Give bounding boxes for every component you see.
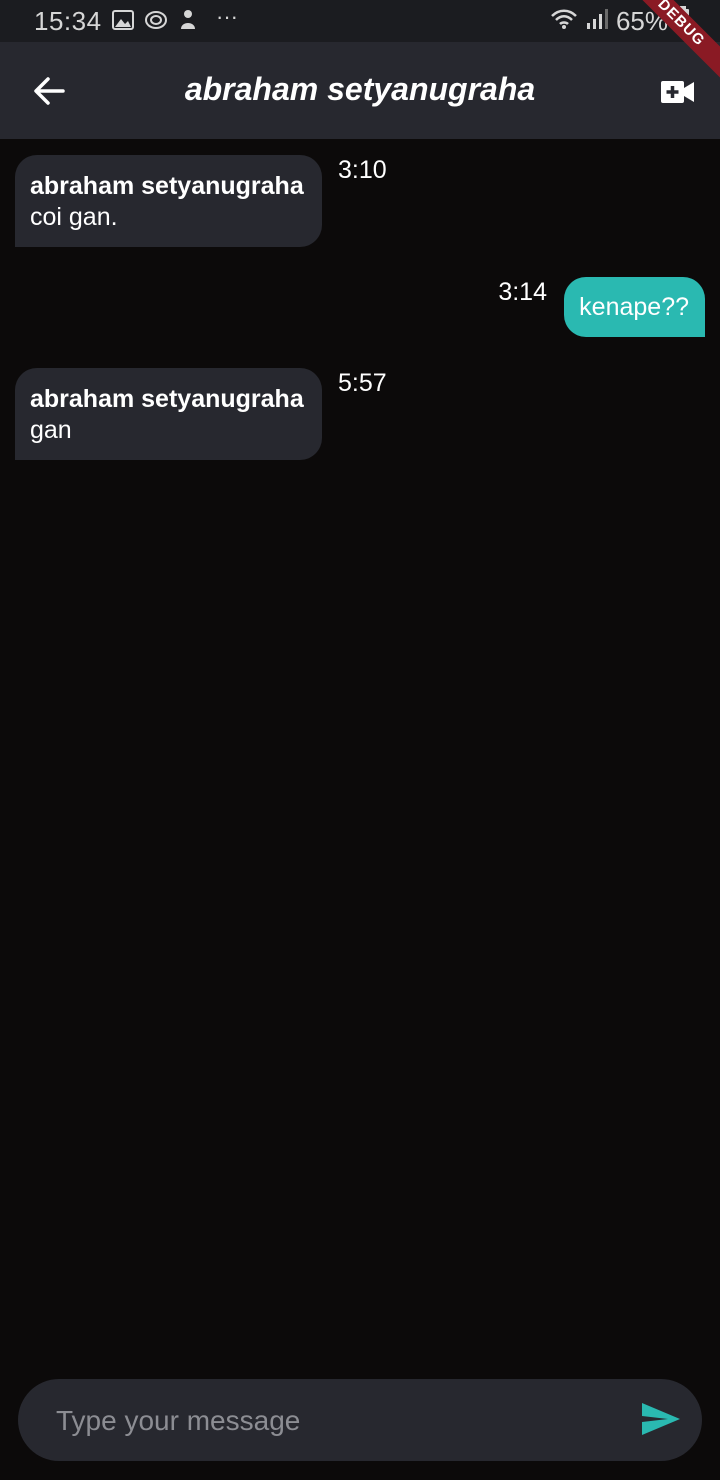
gallery-icon	[112, 10, 134, 30]
figure-app-icon	[178, 9, 198, 31]
video-call-button[interactable]	[658, 72, 698, 112]
signal-icon	[586, 6, 608, 37]
outgoing-message: kenape??	[564, 277, 705, 337]
status-bar: 15:34 ··· 65%	[0, 0, 720, 42]
message-time: 3:14	[498, 278, 547, 306]
app-bar: abraham setyanugraha	[0, 42, 720, 139]
swirl-app-icon	[144, 9, 168, 31]
status-time: 15:34	[34, 6, 102, 36]
message-composer	[18, 1379, 702, 1463]
chat-title: abraham setyanugraha	[184, 71, 536, 107]
send-icon	[642, 1403, 680, 1435]
message-list[interactable]: abraham setyanugraha coi gan. 3:10 3:14 …	[0, 139, 720, 1369]
wifi-icon	[550, 6, 578, 37]
chat-screen: 15:34 ··· 65% DEBUG abraham setyanugraha…	[0, 0, 720, 1480]
incoming-message: abraham setyanugraha gan	[15, 368, 322, 460]
message-text: coi gan.	[30, 203, 118, 231]
message-time: 5:57	[338, 369, 387, 397]
more-notifications-icon: ···	[216, 4, 238, 29]
message-sender: abraham setyanugraha	[30, 172, 304, 200]
message-sender: abraham setyanugraha	[30, 385, 304, 413]
message-time: 3:10	[338, 156, 387, 184]
message-input[interactable]	[54, 1379, 618, 1463]
message-text: gan	[30, 416, 72, 444]
notification-icons: ···	[112, 4, 238, 31]
incoming-message: abraham setyanugraha coi gan.	[15, 155, 322, 247]
video-call-icon	[661, 81, 694, 103]
message-text: kenape??	[579, 293, 689, 321]
send-button[interactable]	[640, 1401, 682, 1441]
